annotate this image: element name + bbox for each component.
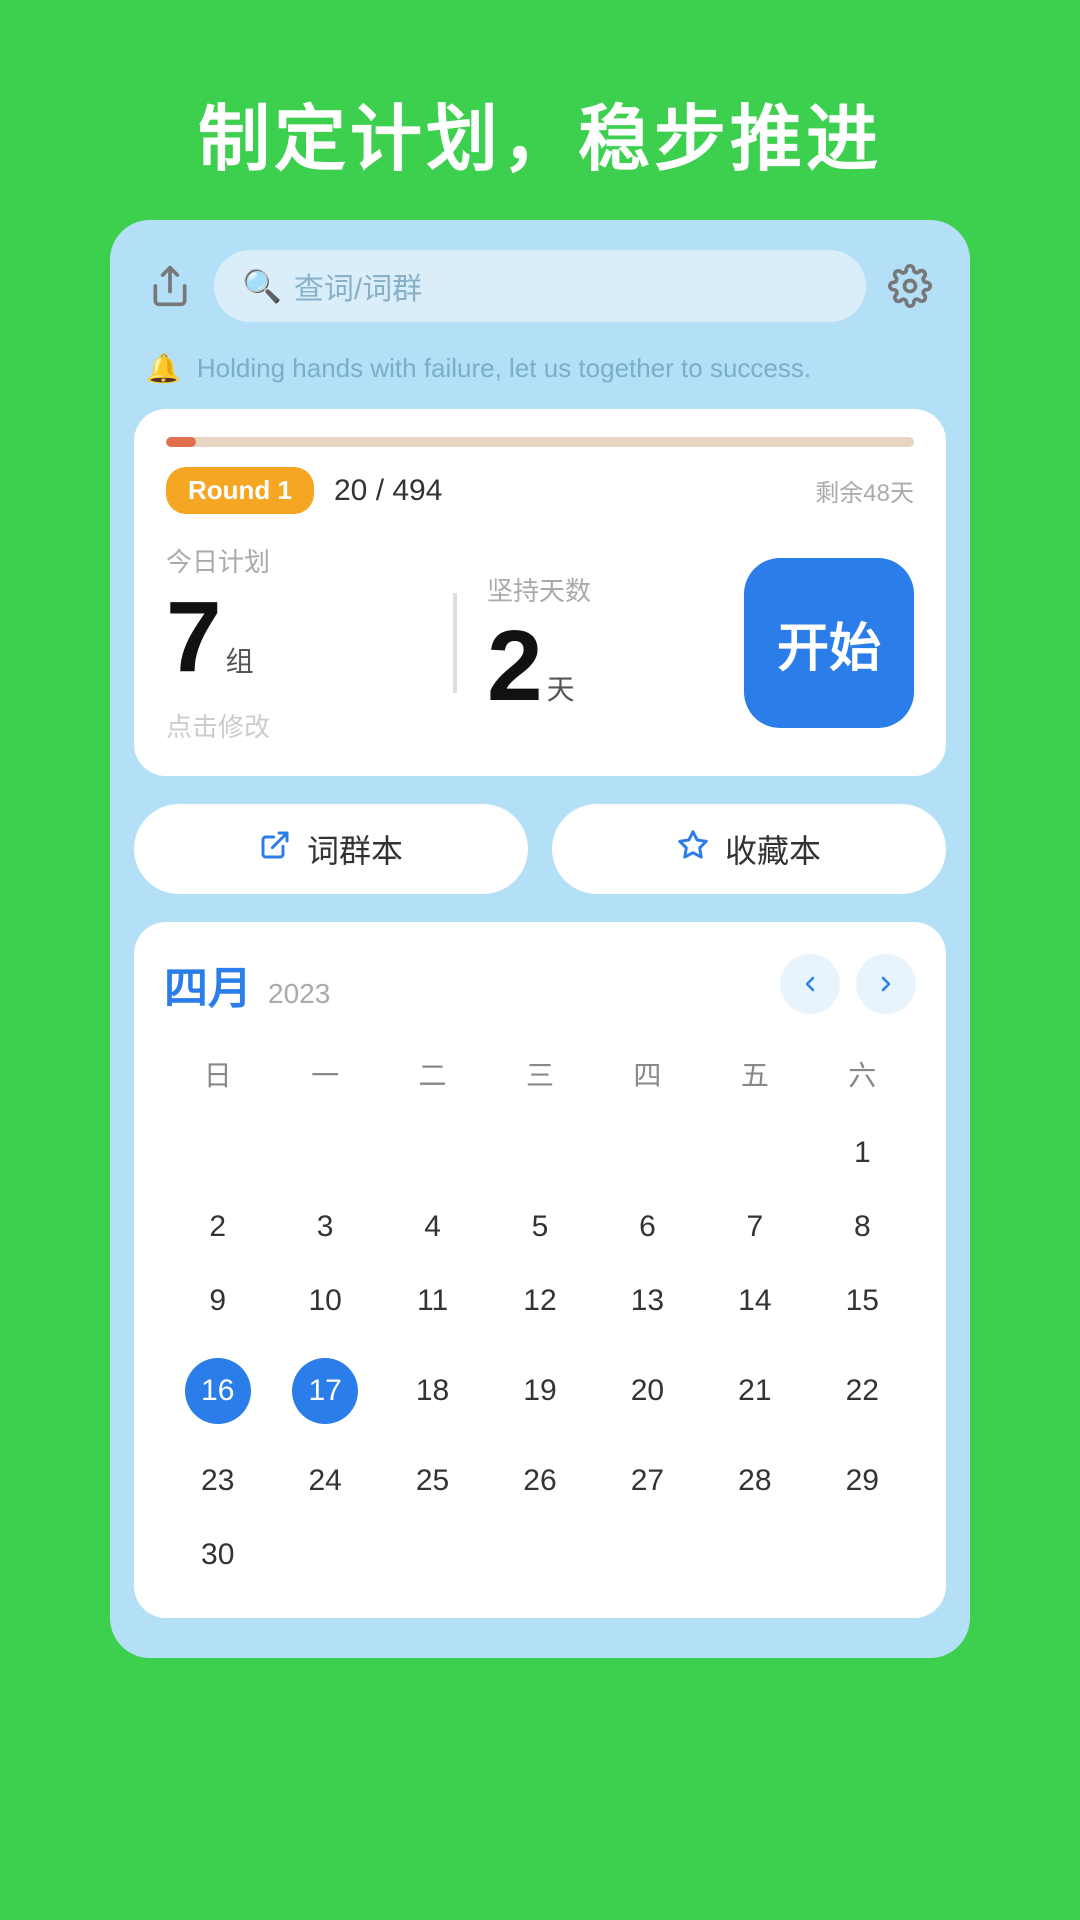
settings-icon[interactable] [886,262,934,310]
prev-month-button[interactable] [780,954,840,1014]
round-info-row: Round 1 20 / 494 剩余48天 [166,467,914,514]
calendar-day[interactable]: 2 [164,1194,271,1260]
calendar-day[interactable]: 4 [379,1194,486,1260]
calendar-day [594,1522,701,1588]
calendar-day[interactable]: 19 [486,1342,593,1440]
calendar-day [594,1120,701,1186]
search-bar[interactable]: 🔍 查词/词群 [214,250,866,322]
edit-hint[interactable]: 点击修改 [166,707,423,744]
year-label: 2023 [268,978,330,1016]
action-buttons-row: 词群本 收藏本 [134,804,946,894]
today-plan-value-row: 7组 [166,587,423,687]
calendar-day [701,1522,808,1588]
calendar-section: 四月 2023 日一二三四五六 123456789101112131415161… [134,922,946,1618]
calendar-day[interactable]: 15 [809,1268,916,1334]
search-icon: 🔍 [242,267,282,305]
notification-message: Holding hands with failure, let us toget… [197,353,811,384]
start-button[interactable]: 开始 [744,558,914,728]
round-badge: Round 1 [166,467,314,514]
hero-title: 制定计划，稳步推进 [0,0,1080,185]
month-label: 四月 [164,952,252,1016]
notification-bar: 🔔 Holding hands with failure, let us tog… [110,342,970,409]
calendar-day[interactable]: 24 [271,1448,378,1514]
day-header: 六 [809,1044,916,1104]
calendar-day[interactable]: 30 [164,1522,271,1588]
today-plan-unit: 组 [226,646,254,677]
day-headers: 日一二三四五六 [164,1044,916,1104]
calendar-grid: 日一二三四五六 12345678910111213141516171819202… [164,1044,916,1588]
calendar-day [486,1522,593,1588]
calendar-day [809,1522,916,1588]
calendar-header: 四月 2023 [164,952,916,1016]
calendar-day[interactable]: 25 [379,1448,486,1514]
calendar-day[interactable]: 7 [701,1194,808,1260]
header: 🔍 查词/词群 [110,220,970,342]
streak-label: 坚持天数 [487,571,744,608]
calendar-day [701,1120,808,1186]
day-header: 三 [486,1044,593,1104]
stat-divider [453,593,457,693]
calendar-day[interactable]: 18 [379,1342,486,1440]
calendar-day[interactable]: 1 [809,1120,916,1186]
progress-bar-container [166,437,914,447]
calendar-day[interactable]: 23 [164,1448,271,1514]
favorites-button[interactable]: 收藏本 [552,804,946,894]
day-header: 一 [271,1044,378,1104]
streak-value-row: 2天 [487,616,744,716]
calendar-day[interactable]: 14 [701,1268,808,1334]
calendar-day [271,1522,378,1588]
progress-text: 20 / 494 [334,474,442,508]
wordbook-button[interactable]: 词群本 [134,804,528,894]
calendar-day [271,1120,378,1186]
calendar-day[interactable]: 3 [271,1194,378,1260]
share-icon[interactable] [146,262,194,310]
calendar-day[interactable]: 9 [164,1268,271,1334]
calendar-day[interactable]: 20 [594,1342,701,1440]
remaining-text: 剩余48天 [815,473,914,508]
favorites-label: 收藏本 [725,826,821,872]
streak-unit: 天 [547,674,575,705]
today-plan-label: 今日计划 [166,542,423,579]
wordbook-label: 词群本 [307,826,403,872]
streak-number: 2 [487,610,543,722]
calendar-day [164,1120,271,1186]
day-header: 日 [164,1044,271,1104]
calendar-day[interactable]: 21 [701,1342,808,1440]
day-header: 四 [594,1044,701,1104]
today-plan-block[interactable]: 今日计划 7组 点击修改 [166,542,423,744]
day-header: 二 [379,1044,486,1104]
calendar-day [486,1120,593,1186]
calendar-day[interactable]: 22 [809,1342,916,1440]
calendar-day[interactable]: 12 [486,1268,593,1334]
main-card: Round 1 20 / 494 剩余48天 今日计划 7组 点击修改 坚持天数… [134,409,946,776]
bell-icon: 🔔 [146,352,181,385]
calendar-day[interactable]: 26 [486,1448,593,1514]
next-month-button[interactable] [856,954,916,1014]
calendar-day[interactable]: 17 [271,1342,378,1440]
calendar-day[interactable]: 10 [271,1268,378,1334]
calendar-day[interactable]: 16 [164,1342,271,1440]
calendar-day[interactable]: 8 [809,1194,916,1260]
calendar-day[interactable]: 27 [594,1448,701,1514]
calendar-days: 1234567891011121314151617181920212223242… [164,1120,916,1588]
progress-bar-fill [166,437,196,447]
calendar-day[interactable]: 29 [809,1448,916,1514]
calendar-day[interactable]: 11 [379,1268,486,1334]
stats-row: 今日计划 7组 点击修改 坚持天数 2天 开始 [166,542,914,744]
calendar-day[interactable]: 28 [701,1448,808,1514]
calendar-nav [780,954,916,1014]
calendar-day [379,1522,486,1588]
streak-block: 坚持天数 2天 [487,571,744,716]
calendar-day[interactable]: 5 [486,1194,593,1260]
favorites-icon [677,829,709,870]
day-header: 五 [701,1044,808,1104]
today-plan-number: 7 [166,581,222,693]
wordbook-icon [259,829,291,870]
calendar-day [379,1120,486,1186]
search-placeholder: 查词/词群 [294,264,422,308]
calendar-day[interactable]: 6 [594,1194,701,1260]
calendar-day[interactable]: 13 [594,1268,701,1334]
app-container: 🔍 查词/词群 🔔 Holding hands with failure, le… [110,220,970,1658]
